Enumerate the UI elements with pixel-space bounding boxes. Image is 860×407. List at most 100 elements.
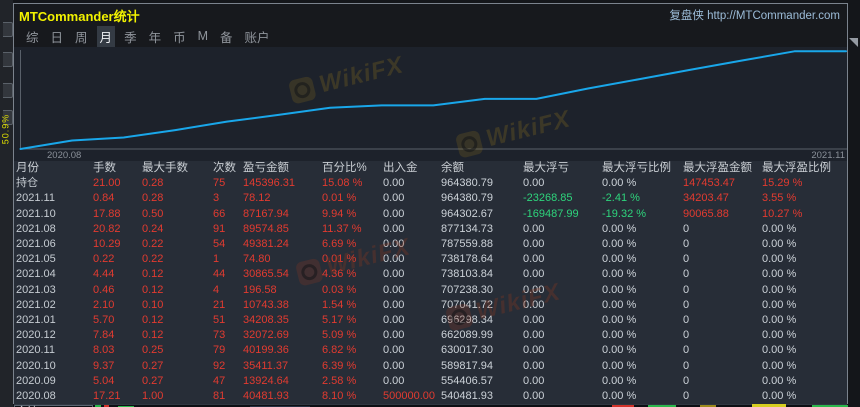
table-row[interactable]: 2021.08 20.82 0.24 91 89574.85 11.37 % 0.00 877… bbox=[14, 222, 847, 237]
table-row[interactable]: 2020.12 7.84 0.12 73 32072.69 5.09 % 0.00 66208… bbox=[14, 328, 847, 343]
value-cell: 0.00 % bbox=[762, 313, 797, 326]
value-cell: 54 bbox=[213, 238, 226, 251]
value-cell: 0.00 bbox=[383, 192, 405, 205]
value-cell: 47 bbox=[213, 374, 226, 387]
column-header: 月份 bbox=[16, 162, 39, 175]
value-cell: 51 bbox=[213, 313, 226, 326]
chart-shift-arrow-icon bbox=[849, 38, 858, 47]
value-cell: 0.00 % bbox=[602, 268, 637, 281]
value-cell: 589817.94 bbox=[441, 359, 493, 372]
x-axis-label-start: 2020.08 bbox=[47, 150, 82, 161]
value-cell: 20.82 bbox=[93, 222, 121, 235]
value-cell: 90065.88 bbox=[683, 207, 729, 220]
column-header: 次数 bbox=[213, 162, 236, 175]
value-cell: 0.00 % bbox=[762, 283, 797, 296]
value-cell: 73 bbox=[213, 329, 226, 342]
value-cell: 9.37 bbox=[93, 359, 115, 372]
value-cell: 147453.47 bbox=[683, 177, 735, 190]
table-row[interactable]: 2021.05 0.22 0.22 1 74.80 0.01 % 0.00 738178.64… bbox=[14, 252, 847, 267]
value-cell: 0.12 bbox=[142, 329, 164, 342]
menu-item-月[interactable]: 月 bbox=[96, 25, 116, 47]
value-cell: 0.25 bbox=[142, 344, 164, 357]
table-row[interactable]: 持仓 21.00 0.28 75 145396.31 15.08 % 0.00 964380.… bbox=[14, 176, 847, 191]
value-cell: 0.00 bbox=[383, 313, 405, 326]
table-row[interactable]: 2021.03 0.46 0.12 4 196.58 0.03 % 0.00 707238.3… bbox=[14, 283, 847, 298]
value-cell: 0.00 % bbox=[762, 238, 797, 251]
table-row[interactable]: 2021.04 4.44 0.12 44 30865.54 4.36 % 0.00 73810… bbox=[14, 267, 847, 282]
value-cell: 6.69 % bbox=[322, 238, 357, 251]
value-cell: 0.00 bbox=[523, 359, 545, 372]
value-cell: 0.00 bbox=[523, 389, 545, 402]
value-cell: 0.00 % bbox=[762, 344, 797, 357]
value-cell: 17.88 bbox=[93, 207, 121, 220]
table-row[interactable]: 2021.10 17.88 0.50 66 87167.94 9.94 % 0.00 9643… bbox=[14, 207, 847, 222]
column-header: 盈亏金额 bbox=[243, 162, 289, 175]
value-cell: 1 bbox=[213, 253, 220, 266]
menu-item-账户[interactable]: 账户 bbox=[242, 26, 273, 47]
menu-item-综[interactable]: 综 bbox=[23, 26, 42, 47]
value-cell: 0.00 bbox=[383, 222, 405, 235]
menu-item-周[interactable]: 周 bbox=[72, 26, 91, 47]
month-cell: 2021.04 bbox=[16, 268, 56, 281]
value-cell: 0.10 bbox=[142, 298, 164, 311]
title-bar[interactable]: MTCommander统计 复盘侠 http://MTCommander.com bbox=[14, 4, 847, 25]
value-cell: 0.24 bbox=[142, 222, 164, 235]
value-cell: 0 bbox=[683, 268, 690, 281]
value-cell: 196.58 bbox=[243, 283, 277, 296]
table-row[interactable]: 2021.02 2.10 0.10 21 10743.38 1.54 % 0.00 70704… bbox=[14, 298, 847, 313]
value-cell: 40199.36 bbox=[243, 344, 289, 357]
menu-item-备[interactable]: 备 bbox=[217, 26, 236, 47]
menu-item-日[interactable]: 日 bbox=[48, 26, 67, 47]
stats-table: 月份 手数 最大手数 次数 盈亏金额 百分比% 出入金 余额 最大浮亏 最大浮亏比例 最大浮盈金额最… bbox=[14, 161, 847, 407]
value-cell: 66 bbox=[213, 207, 226, 220]
value-cell: 0.12 bbox=[142, 283, 164, 296]
value-cell: 17.21 bbox=[93, 389, 121, 402]
table-row[interactable]: 2021.11 0.84 0.28 3 78.12 0.01 % 0.00 964380.79… bbox=[14, 191, 847, 206]
value-cell: 0.12 bbox=[142, 268, 164, 281]
table-row[interactable]: 2021.06 10.29 0.22 54 49381.24 6.69 % 0.00 7875… bbox=[14, 237, 847, 252]
value-cell: 0.00 % bbox=[602, 177, 637, 190]
balance-line-series bbox=[19, 50, 847, 150]
value-cell: 2.10 bbox=[93, 298, 115, 311]
value-cell: 0.00 bbox=[383, 329, 405, 342]
value-cell: 5.70 bbox=[93, 313, 115, 326]
value-cell: 0.22 bbox=[93, 253, 115, 266]
table-row[interactable]: 2020.09 5.04 0.27 47 13924.64 2.58 % 0.00 55440… bbox=[14, 374, 847, 389]
table-header-row: 月份 手数 最大手数 次数 盈亏金额 百分比% 出入金 余额 最大浮亏 最大浮亏比例 最大浮盈金额最… bbox=[14, 161, 847, 176]
menu-item-季[interactable]: 季 bbox=[121, 26, 140, 47]
month-cell: 2020.08 bbox=[16, 389, 56, 402]
value-cell: 554406.57 bbox=[441, 374, 493, 387]
value-cell: 696298.34 bbox=[441, 313, 493, 326]
menu-item-币[interactable]: 币 bbox=[170, 26, 189, 47]
value-cell: 0.00 % bbox=[762, 389, 797, 402]
value-cell: 0.28 bbox=[142, 192, 164, 205]
x-axis-label-end: 2021.11 bbox=[811, 150, 845, 161]
table-row[interactable]: 2020.08 17.21 1.00 81 40481.93 8.10 % 500000.0… bbox=[14, 389, 847, 404]
balance-chart[interactable]: 2020.08 2021.11 bbox=[14, 47, 847, 161]
value-cell: 21.00 bbox=[93, 177, 121, 190]
toolbar-button-fragment-icon bbox=[3, 52, 13, 67]
value-cell: 0.03 % bbox=[322, 283, 357, 296]
month-cell: 2021.01 bbox=[16, 313, 56, 326]
value-cell: 79 bbox=[213, 344, 226, 357]
menu-item-年[interactable]: 年 bbox=[146, 26, 165, 47]
brand-link[interactable]: 复盘侠 http://MTCommander.com bbox=[669, 7, 840, 23]
table-row[interactable]: 2021.01 5.70 0.12 51 34208.35 5.17 % 0.00 69629… bbox=[14, 313, 847, 328]
value-cell: 0.00 % bbox=[602, 283, 637, 296]
value-cell: 0.00 bbox=[523, 313, 545, 326]
column-header: 百分比% bbox=[322, 162, 367, 175]
background-app-toolbar: 50.9% bbox=[0, 0, 13, 407]
value-cell: -19.32 % bbox=[602, 207, 647, 220]
table-row[interactable]: 2020.10 9.37 0.27 92 35411.37 6.39 % 0.00 58981… bbox=[14, 358, 847, 373]
value-cell: 0.00 bbox=[383, 374, 405, 387]
value-cell: 877134.73 bbox=[441, 222, 493, 235]
month-cell: 2021.11 bbox=[16, 192, 55, 205]
column-header: 余额 bbox=[441, 162, 464, 175]
menu-item-M[interactable]: M bbox=[195, 28, 211, 44]
value-cell: 0.28 bbox=[142, 177, 164, 190]
value-cell: 540481.93 bbox=[441, 389, 493, 402]
month-cell: 2020.09 bbox=[16, 374, 56, 387]
table-row[interactable]: 2020.11 8.03 0.25 79 40199.36 6.82 % 0.00 63001… bbox=[14, 343, 847, 358]
value-cell: 44 bbox=[213, 268, 226, 281]
menu-bar: 综日周月季年币 M 备账户 bbox=[14, 25, 847, 47]
